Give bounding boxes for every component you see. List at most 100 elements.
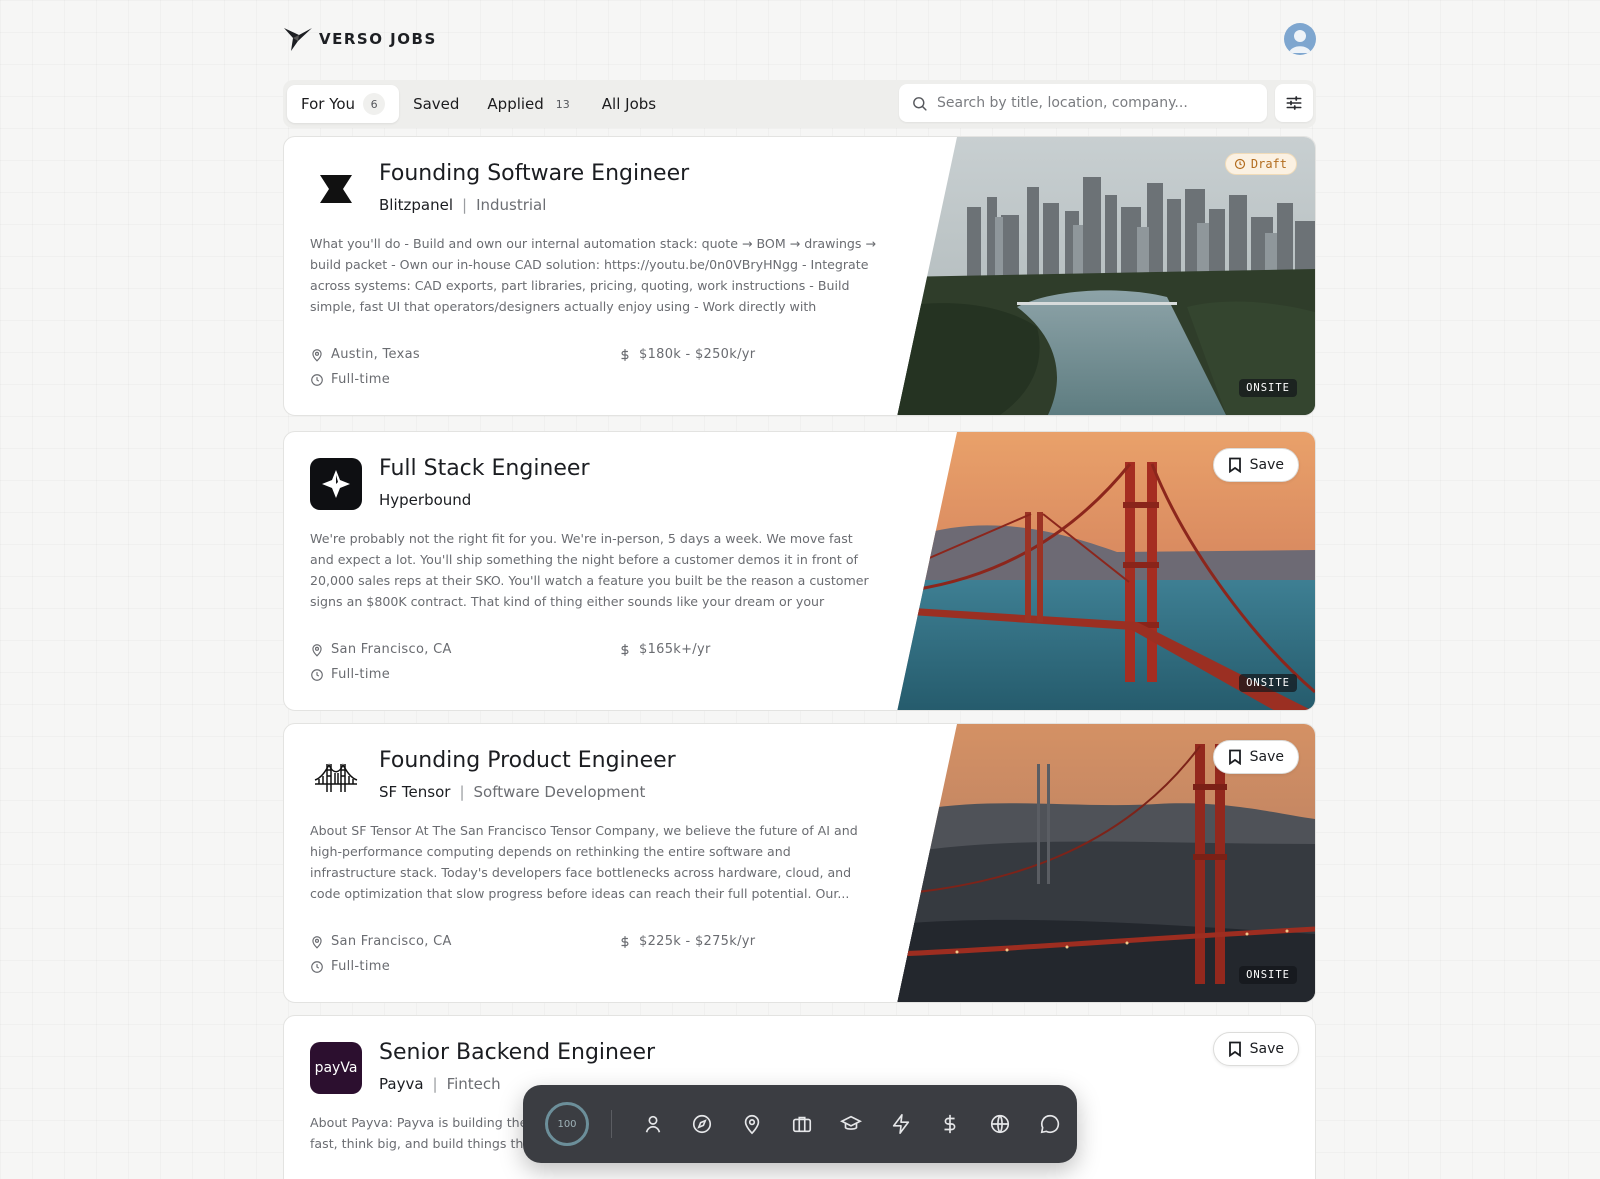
clock-icon	[311, 668, 323, 681]
job-meta: Hyperbound	[379, 491, 471, 509]
tab-all-jobs[interactable]: All Jobs	[588, 85, 670, 123]
job-title[interactable]: Senior Backend Engineer	[379, 1040, 655, 1065]
graduation-cap-icon	[840, 1115, 863, 1130]
briefcase-icon	[792, 1116, 811, 1133]
job-description: We're probably not the right fit for you…	[310, 531, 869, 609]
globe-icon	[990, 1114, 1010, 1134]
avatar[interactable]	[1284, 23, 1316, 55]
city-skyline-photo: Draft ONSITE	[897, 137, 1315, 415]
golden-gate-photo: Save ONSITE	[897, 432, 1315, 710]
job-meta: Payva | Fintech	[379, 1075, 501, 1093]
dock-profile-button[interactable]	[628, 1104, 678, 1144]
meta-separator: |	[462, 196, 468, 214]
page: VERSO JOBS For You 6 Saved Applied 13 Al…	[283, 0, 1316, 1179]
job-location: San Francisco, CA	[310, 934, 452, 949]
payva-logo-text: payVa	[314, 1060, 358, 1076]
meta-separator: |	[432, 1075, 438, 1093]
chat-bubble-icon	[1040, 1114, 1059, 1134]
dock-skills-button[interactable]	[876, 1104, 926, 1144]
salary-text: $180k - $250k/yr	[639, 347, 756, 362]
dock-chat-button[interactable]	[1025, 1104, 1075, 1144]
bookmark-icon	[1228, 457, 1241, 473]
user-avatar-icon	[1289, 30, 1311, 53]
job-description: What you'll do - Build and own our inter…	[310, 236, 877, 314]
dock-salary-button[interactable]	[926, 1104, 976, 1144]
bookmark-icon	[1228, 749, 1241, 765]
company-logo: payVa	[310, 1042, 362, 1094]
job-title[interactable]: Full Stack Engineer	[379, 456, 590, 481]
sliders-icon	[1286, 96, 1302, 110]
map-pin-icon	[312, 348, 322, 362]
onsite-badge: ONSITE	[1239, 966, 1297, 984]
save-label: Save	[1249, 749, 1284, 765]
onsite-badge: ONSITE	[1239, 674, 1297, 692]
industry: Industrial	[476, 196, 547, 214]
filter-toolbar: For You 6 Saved Applied 13 All Jobs	[283, 80, 1316, 128]
dock-explore-button[interactable]	[678, 1104, 728, 1144]
meta-separator: |	[459, 783, 465, 801]
draft-badge: Draft	[1224, 153, 1297, 175]
company-name: Blitzpanel	[379, 196, 453, 214]
job-card[interactable]: Founding Product Engineer SF Tensor | So…	[283, 723, 1316, 1003]
bottom-dock: 100	[523, 1085, 1077, 1163]
job-salary: $180k - $250k/yr	[618, 347, 755, 362]
map-pin-icon	[312, 935, 322, 949]
job-type: Full-time	[310, 667, 390, 682]
dollar-icon	[621, 348, 629, 361]
sf-tensor-bridge-logo-icon	[314, 763, 358, 792]
tab-label: For You	[301, 95, 356, 113]
tab-count: 6	[363, 93, 386, 115]
job-title[interactable]: Founding Software Engineer	[379, 161, 689, 186]
company-logo	[310, 458, 362, 510]
location-text: San Francisco, CA	[331, 642, 452, 657]
company-name: Payva	[379, 1075, 424, 1093]
dollar-icon	[621, 935, 629, 948]
austin-skyline-image	[897, 137, 1315, 415]
company-name: Hyperbound	[379, 491, 472, 509]
filter-settings-button[interactable]	[1275, 84, 1313, 122]
profile-score[interactable]: 100	[545, 1102, 589, 1146]
save-button[interactable]: Save	[1212, 1032, 1299, 1066]
bookmark-icon	[1228, 1041, 1241, 1057]
job-type-text: Full-time	[331, 372, 390, 387]
header: VERSO JOBS	[283, 0, 1316, 78]
clock-icon	[311, 960, 323, 973]
job-card[interactable]: Full Stack Engineer Hyperbound We're pro…	[283, 431, 1316, 711]
save-label: Save	[1249, 1041, 1284, 1057]
job-salary: $165k+/yr	[618, 642, 711, 657]
search-icon	[913, 96, 927, 111]
location-text: Austin, Texas	[331, 347, 420, 362]
save-label: Save	[1249, 457, 1284, 473]
job-type-text: Full-time	[331, 667, 390, 682]
dock-location-button[interactable]	[727, 1104, 777, 1144]
job-title[interactable]: Founding Product Engineer	[379, 748, 676, 773]
brand-name: VERSO JOBS	[319, 30, 437, 48]
hyperbound-logo-icon	[322, 470, 350, 498]
tab-saved[interactable]: Saved	[399, 85, 473, 123]
industry: Fintech	[446, 1075, 501, 1093]
user-icon	[645, 1115, 661, 1133]
job-card[interactable]: Founding Software Engineer Blitzpanel | …	[283, 136, 1316, 416]
tab-applied[interactable]: Applied 13	[473, 85, 587, 123]
save-button[interactable]: Save	[1212, 448, 1299, 482]
search-input[interactable]	[937, 95, 1257, 111]
dock-education-button[interactable]	[826, 1104, 876, 1144]
dock-divider	[611, 1110, 612, 1138]
job-description: About SF Tensor At The San Francisco Ten…	[310, 823, 858, 901]
industry: Software Development	[473, 783, 646, 801]
onsite-badge: ONSITE	[1239, 379, 1297, 397]
job-type: Full-time	[310, 959, 390, 974]
dock-global-button[interactable]	[975, 1104, 1025, 1144]
map-pin-icon	[312, 643, 322, 657]
job-location: Austin, Texas	[310, 347, 420, 362]
lightning-icon	[892, 1114, 909, 1134]
dock-jobs-button[interactable]	[777, 1104, 827, 1144]
job-meta: Blitzpanel | Industrial	[379, 196, 546, 214]
dollar-icon	[944, 1114, 956, 1134]
save-button[interactable]: Save	[1212, 740, 1299, 774]
tab-for-you[interactable]: For You 6	[287, 85, 400, 123]
compass-icon	[693, 1114, 712, 1134]
brand[interactable]: VERSO JOBS	[283, 24, 437, 54]
salary-text: $165k+/yr	[639, 642, 711, 657]
dollar-icon	[621, 643, 629, 656]
